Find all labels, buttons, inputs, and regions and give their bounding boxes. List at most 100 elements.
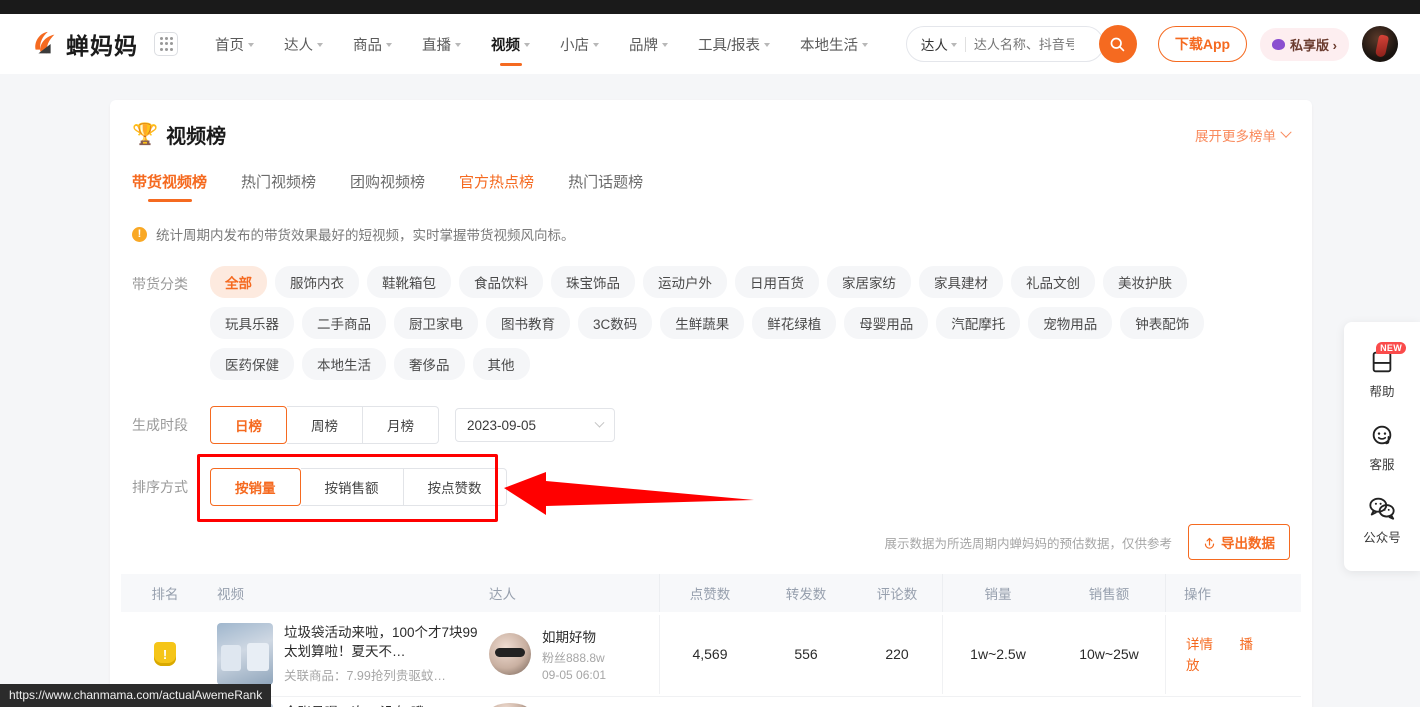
table-header-row: 排名 视频 达人 点赞数 转发数 评论数 销量 销售额 操作 xyxy=(121,574,1301,612)
chip-furniture[interactable]: 家具建材 xyxy=(919,266,1003,298)
expand-more-label: 展开更多榜单 xyxy=(1195,128,1276,144)
period-weekly-button[interactable]: 周榜 xyxy=(287,406,363,444)
chip-medicine-health[interactable]: 医药保健 xyxy=(210,348,294,380)
expand-more-rankings-button[interactable]: 展开更多榜单 xyxy=(1195,125,1292,145)
period-daily-button[interactable]: 日榜 xyxy=(210,406,287,444)
chip-toys-instruments[interactable]: 玩具乐器 xyxy=(210,307,294,339)
export-data-button[interactable]: 导出数据 xyxy=(1188,524,1290,560)
sort-by-sales-volume-button[interactable]: 按销量 xyxy=(210,468,301,506)
nav-label: 首页 xyxy=(215,37,244,54)
user-avatar[interactable] xyxy=(1362,26,1398,62)
widget-help-button[interactable]: NEW 帮助 xyxy=(1344,338,1420,411)
trophy-icon: 🏆 xyxy=(132,122,159,146)
nav-item-video[interactable]: 视频 xyxy=(476,14,545,74)
divider xyxy=(964,36,966,52)
widget-wechat-official-button[interactable]: 公众号 xyxy=(1344,484,1420,557)
chip-watches-accessories[interactable]: 钟表配饰 xyxy=(1120,307,1205,339)
chip-kitchen-appliance[interactable]: 厨卫家电 xyxy=(394,307,478,339)
browser-status-bar: https://www.chanmama.com/actualAwemeRank xyxy=(0,684,272,707)
chip-jewelry[interactable]: 珠宝饰品 xyxy=(551,266,635,298)
nav-item-daren[interactable]: 达人 xyxy=(269,14,338,74)
search-scope-selector[interactable]: 达人 xyxy=(921,34,957,54)
chip-books-education[interactable]: 图书教育 xyxy=(486,307,570,339)
chevron-down-icon xyxy=(386,43,392,47)
chip-luxury[interactable]: 奢侈品 xyxy=(394,348,465,380)
chip-secondhand[interactable]: 二手商品 xyxy=(302,307,386,339)
chip-auto-parts[interactable]: 汽配摩托 xyxy=(936,307,1021,339)
col-shares: 转发数 xyxy=(785,587,827,602)
table-row: 全账号曝…次##沿有 哦 七默默要生活 xyxy=(121,697,1301,707)
vip-private-button[interactable]: 私享版 › xyxy=(1260,27,1349,61)
chip-pet-supplies[interactable]: 宠物用品 xyxy=(1028,307,1113,339)
daren-name[interactable]: 如期好物 xyxy=(542,626,606,646)
chip-gifts[interactable]: 礼品文创 xyxy=(1011,266,1095,298)
video-thumbnail[interactable] xyxy=(217,623,273,685)
download-app-button[interactable]: 下载App xyxy=(1157,26,1248,62)
chip-fresh-produce[interactable]: 生鲜蔬果 xyxy=(660,307,745,339)
period-monthly-button[interactable]: 月榜 xyxy=(363,406,439,444)
detail-link[interactable]: 详情 xyxy=(1186,637,1213,652)
chip-local-life[interactable]: 本地生活 xyxy=(302,348,386,380)
info-icon: ! xyxy=(132,226,147,242)
category-filter-row: 带货分类 全部 服饰内衣 鞋靴箱包 食品饮料 珠宝饰品 运动户外 日用百货 家居… xyxy=(110,266,1312,380)
daren-avatar[interactable] xyxy=(489,633,531,675)
tab-official-hot[interactable]: 官方热点榜 xyxy=(459,171,534,202)
wechat-icon xyxy=(1369,497,1395,520)
tab-group-buy-video[interactable]: 团购视频榜 xyxy=(350,171,425,202)
navbar-right: 达人 下载App 私享版 › xyxy=(905,25,1398,63)
widget-customer-service-button[interactable]: 客服 xyxy=(1344,411,1420,484)
chip-sports-outdoor[interactable]: 运动户外 xyxy=(643,266,727,298)
search-button[interactable] xyxy=(1098,25,1137,63)
page-title: 视频榜 xyxy=(166,126,227,148)
nav-item-shop[interactable]: 小店 xyxy=(545,14,614,74)
nav-item-tools[interactable]: 工具/报表 xyxy=(683,14,785,74)
chip-maternal-baby[interactable]: 母婴用品 xyxy=(844,307,929,339)
chip-shoes-bags[interactable]: 鞋靴箱包 xyxy=(367,266,451,298)
sort-filter-row: 排序方式 按销量 按销售额 按点赞数 xyxy=(110,468,1312,506)
sort-by-likes-button[interactable]: 按点赞数 xyxy=(403,468,507,506)
notice-text: 统计周期内发布的带货效果最好的短视频，实时掌握带货视频风向标。 xyxy=(156,228,575,243)
chip-flowers-plants[interactable]: 鲜花绿植 xyxy=(752,307,837,339)
table-row: 垃圾袋活动来啦，100个才7块99太划算啦！夏天不… 关联商品：7.99抢列贵驱… xyxy=(121,612,1301,697)
nav-item-home[interactable]: 首页 xyxy=(200,14,269,74)
sort-segmented-control: 按销量 按销售额 按点赞数 xyxy=(210,468,507,506)
nav-label: 达人 xyxy=(284,37,313,54)
period-filter-label: 生成时段 xyxy=(132,417,188,433)
chip-home-textile[interactable]: 家居家纺 xyxy=(827,266,911,298)
nav-item-product[interactable]: 商品 xyxy=(338,14,407,74)
card-header: 🏆 视频榜 展开更多榜单 xyxy=(110,100,1312,149)
nav-item-live[interactable]: 直播 xyxy=(407,14,476,74)
search-input[interactable] xyxy=(973,36,1074,52)
vip-label: 私享版 › xyxy=(1290,37,1337,53)
chip-3c-digital[interactable]: 3C数码 xyxy=(578,307,653,339)
chip-beauty[interactable]: 美妆护肤 xyxy=(1103,266,1187,298)
chip-other[interactable]: 其他 xyxy=(472,348,530,380)
video-title[interactable]: 全账号曝…次##沿有 哦 xyxy=(284,703,424,707)
chip-food-drink[interactable]: 食品饮料 xyxy=(459,266,543,298)
tab-hot-topic[interactable]: 热门话题榜 xyxy=(568,171,643,202)
chip-daily-goods[interactable]: 日用百货 xyxy=(735,266,819,298)
chevron-down-icon xyxy=(662,43,668,47)
video-title[interactable]: 垃圾袋活动来啦，100个才7块99太划算啦！夏天不… xyxy=(284,623,479,661)
col-sales: 销量 xyxy=(984,587,1012,602)
export-label: 导出数据 xyxy=(1221,536,1275,551)
col-likes: 点赞数 xyxy=(689,587,731,602)
date-picker[interactable]: 2023-09-05 xyxy=(455,408,615,442)
brand-logo[interactable]: 蝉妈妈 xyxy=(30,27,138,61)
sort-by-sales-amount-button[interactable]: 按销售额 xyxy=(300,468,404,506)
chevron-down-icon xyxy=(764,43,771,47)
tab-hot-video[interactable]: 热门视频榜 xyxy=(241,171,316,202)
new-badge: NEW xyxy=(1376,342,1406,354)
chip-all[interactable]: 全部 xyxy=(210,266,267,298)
daren-name[interactable]: 七默默要生活 xyxy=(542,703,623,707)
nav-item-brand[interactable]: 品牌 xyxy=(614,14,683,74)
tab-daihuo-video[interactable]: 带货视频榜 xyxy=(132,171,207,202)
daren-avatar[interactable] xyxy=(489,703,531,707)
app-grid-icon[interactable] xyxy=(154,32,178,56)
main-nav: 首页 达人 商品 直播 视频 小店 品牌 工具/报表 本地生活 xyxy=(200,14,883,74)
nav-item-local-life[interactable]: 本地生活 xyxy=(785,14,883,74)
chevron-down-icon xyxy=(862,43,869,47)
video-rank-card: 🏆 视频榜 展开更多榜单 带货视频榜 热门视频榜 团购视频榜 官方热点榜 热门话… xyxy=(110,100,1312,707)
video-publish-time: 09-05 06:01 xyxy=(542,668,607,682)
chip-apparel[interactable]: 服饰内衣 xyxy=(275,266,359,298)
